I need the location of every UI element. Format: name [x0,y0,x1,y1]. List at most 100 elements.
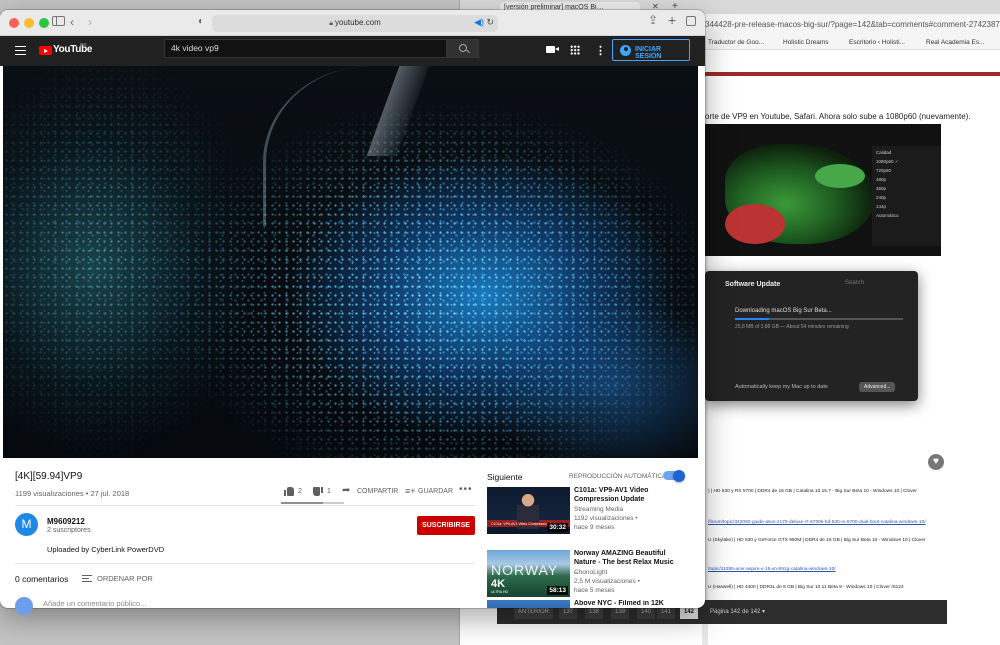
like-icon[interactable] [284,487,294,496]
reload-icon[interactable]: ↻ [486,17,494,28]
thumbnail-badge: 4K [491,578,506,590]
divider [15,505,475,506]
software-update-title: Software Update [725,281,781,288]
pagination-current[interactable]: 142 [680,607,699,619]
software-update-screenshot: Software Update Search Downloading macOS… [705,271,918,401]
save-button[interactable]: GUARDAR [418,488,453,495]
tabs-icon[interactable] [686,16,696,26]
video-title: [4K][59.94]VP9 [15,471,83,482]
sentiment-bar-fill [281,502,324,504]
url-text: youtube.com [334,18,381,27]
video-thumbnail[interactable]: C101a: VP9-AV1 Video Compression Update … [487,487,570,534]
dislike-count[interactable]: 1 [327,488,331,495]
bookmark-item[interactable]: Traductor de Goo... [708,39,764,46]
shield-icon[interactable]: ◐ [198,16,204,27]
divider [15,563,475,564]
software-update-subtext: 25,8 MB of 3,88 GB — About 54 minutes re… [735,324,849,330]
signature-line: ) | HD 530 y RX 5700 | DDR4 de 16 GB | C… [708,489,917,494]
heart-icon[interactable]: ♥ [928,454,944,470]
quality-menu: Calidad 1080p60 ✓ 720p60 480p 360p 240p … [872,146,941,246]
minimize-window-button[interactable] [24,18,34,28]
pagination-page[interactable]: 138 [585,607,604,619]
sort-comments-button[interactable]: ORDENAR POR [97,574,153,583]
flower-image [725,204,785,244]
pagination-page[interactable]: 139 [611,607,630,619]
quality-option: 360p [876,186,887,191]
browser-toolbar: ‹ › ◐ 🔒︎ youtube.com ◀) ↻ ⇪ + [0,10,705,36]
dislike-icon[interactable] [313,487,323,496]
quality-option: 720p60 [876,168,892,173]
download-progress-bar [735,318,903,320]
thumbnail-badge-sub: ULTRA HD [491,590,509,594]
channel-avatar[interactable]: M [15,513,38,536]
recommendation-item[interactable]: C101a: VP9-AV1 Video Compression Update … [487,487,677,535]
thumbnail-text: NORWAY [491,562,559,578]
pagination-page[interactable]: 137 [559,607,578,619]
country-code: ES [80,43,87,49]
recommendation-item[interactable]: NORWAY 4K ULTRA HD 58:13 Norway AMAZING … [487,550,677,598]
pagination-page[interactable]: 141 [657,607,676,619]
more-vert-icon[interactable]: ⋮ [595,44,606,57]
quality-option: 480p [876,177,887,182]
more-horiz-icon[interactable]: ••• [459,484,473,495]
auto-update-checkbox-label: Automatically keep my Mac up to date [735,384,828,390]
youtube-logo-icon[interactable] [39,46,52,55]
sort-icon[interactable] [82,575,92,582]
account-icon [620,45,631,56]
quality-option: Automático [876,213,899,218]
quality-option: 1080p60 ✓ [876,159,899,164]
autoplay-toggle-knob [673,469,685,482]
speaker-icon[interactable]: ◀) [474,17,484,28]
playlist-add-icon[interactable]: ≡+ [405,486,416,496]
share-icon[interactable]: ➦ [342,485,350,496]
maximize-window-button[interactable] [39,18,49,28]
signature-link[interactable]: /forum/topic/342082-guide-asus-z170-delu… [708,520,926,525]
search-button[interactable] [447,39,479,58]
hamburger-menu-icon[interactable] [15,46,26,55]
address-bar[interactable]: 🔒︎ youtube.com ◀) ↻ [212,15,498,32]
search-input[interactable]: 4k video vp9 [164,39,447,58]
autoplay-toggle[interactable] [663,469,685,482]
snake-head-image [815,164,865,188]
recommendation-channel[interactable]: Streaming Media [574,506,623,513]
signin-button[interactable]: INICIAR SESIÓN [612,39,690,61]
quality-option: 240p [876,195,887,200]
signature-link[interactable]: /topic/11355-acer-aspire-v-15-vn-591g-ca… [708,567,836,572]
quality-menu-header: Calidad [876,150,892,155]
forward-icon[interactable]: › [88,15,92,29]
pagination-page[interactable]: 140 [637,607,656,619]
bookmark-item[interactable]: Escritorio ‹ Holisti... [849,39,905,46]
bookmark-item[interactable]: Real Academia Es... [926,39,985,46]
sentiment-bar [281,502,344,504]
recommendation-channel[interactable]: ChonoLight [574,569,607,576]
comment-input[interactable]: Añade un comentario público... [43,599,146,608]
close-window-button[interactable] [9,18,19,28]
video-player[interactable] [3,66,698,458]
subscriber-count: 2 suscriptores [47,527,91,534]
video-thumbnail[interactable]: NORWAY 4K ULTRA HD 58:13 [487,550,570,597]
channel-name[interactable]: M9609212 [47,517,85,526]
recommendation-item[interactable]: Above NYC - Filmed in 12K [487,600,677,608]
back-icon[interactable]: ‹ [70,15,74,29]
plus-icon[interactable]: + [668,12,676,28]
bookmark-item[interactable]: Holistic Dreams [783,39,829,46]
share-icon[interactable]: ⇪ [648,13,658,27]
recommendation-title[interactable]: C101a: VP9-AV1 Video Compression Update [574,487,678,504]
apps-grid-icon[interactable] [570,45,580,55]
forum-post-text: orte de VP9 en Youtube, Safari. Ahora so… [705,112,971,121]
like-count[interactable]: 2 [298,488,302,495]
share-button[interactable]: COMPARTIR [357,488,398,495]
pagination-label[interactable]: Página 142 de 142 ▾ [710,608,765,615]
create-video-icon[interactable] [546,46,559,53]
signin-label: INICIAR SESIÓN [635,46,662,60]
subscribe-button[interactable]: SUSCRIBIRSE [417,516,475,535]
recommendation-title[interactable]: Above NYC - Filmed in 12K [574,600,677,608]
video-duration: 58:13 [547,586,568,595]
up-next-label: Siguiente [487,472,523,482]
video-description: Uploaded by CyberLink PowerDVD [47,545,165,554]
sidebar-icon[interactable] [52,16,65,26]
forum-post-screenshot: Calidad 1080p60 ✓ 720p60 480p 360p 240p … [705,124,941,256]
video-thumbnail[interactable] [487,600,570,608]
software-update-search: Search [845,280,865,286]
pagination-prev[interactable]: ANTERIOR [514,607,554,619]
